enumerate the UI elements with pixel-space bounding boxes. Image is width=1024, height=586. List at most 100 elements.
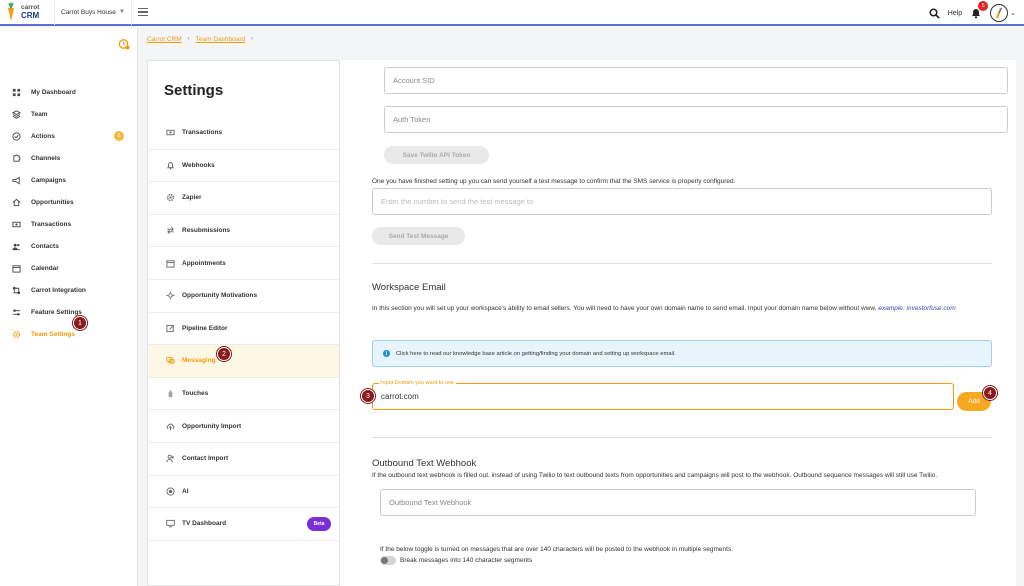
workspace-email-description-text: In this section you will set up your wor…	[372, 305, 877, 312]
app-logo[interactable]: carrot CRM	[0, 2, 54, 22]
nav-item-label: Opportunities	[31, 198, 74, 206]
knowledge-base-info[interactable]: i Click here to read our knowledge base …	[372, 340, 992, 367]
toggle-knob	[381, 557, 388, 564]
nav-item-label: Calendar	[31, 264, 59, 272]
avatar-chevron-icon[interactable]: ⌄	[1010, 9, 1016, 17]
settings-item-opportunity-import[interactable]: Opportunity Import	[148, 410, 339, 443]
settings-item-contact-import[interactable]: Contact Import	[148, 443, 339, 476]
settings-item-resubmissions[interactable]: Resubmissions	[148, 215, 339, 248]
domain-field-label: Input Domain you want to use	[379, 380, 456, 386]
outbound-webhook-field[interactable]	[380, 489, 976, 516]
gear-icon	[12, 330, 21, 339]
breadcrumb-crm[interactable]: Carrot CRM	[147, 36, 182, 43]
settings-item-webhooks[interactable]: Webhooks	[148, 150, 339, 183]
nav-item-label: Feature Settings	[31, 308, 82, 316]
nav-item-team-settings[interactable]: Team Settings	[0, 323, 138, 345]
menu-icon[interactable]	[138, 7, 148, 17]
nav-item-calendar[interactable]: Calendar	[0, 257, 138, 279]
settings-item-label: Opportunity Motivations	[182, 292, 258, 300]
nav-item-campaigns[interactable]: Campaigns	[0, 169, 138, 191]
test-number-input[interactable]	[381, 197, 991, 206]
settings-item-label: TV Dashboard	[182, 520, 227, 528]
settings-item-label: Contact Import	[182, 455, 229, 463]
brand-line2: CRM	[21, 11, 40, 20]
bell-icon	[165, 160, 175, 170]
breadcrumb-team-dashboard[interactable]: Team Dashboard	[196, 36, 246, 43]
nav-item-label: Contacts	[31, 242, 59, 250]
workspace-name: Carrot Buys House	[61, 8, 116, 16]
step-marker-2: 2	[217, 347, 231, 361]
settings-item-appointments[interactable]: Appointments	[148, 247, 339, 280]
layers-icon	[12, 109, 21, 119]
segment-toggle[interactable]	[380, 556, 396, 565]
nav-item-carrot-integration[interactable]: Carrot Integration	[0, 279, 138, 301]
home-icon	[12, 198, 21, 207]
settings-item-zapier[interactable]: Zapier	[148, 182, 339, 215]
breadcrumb-separator-icon: ›	[251, 36, 254, 42]
settings-item-label: Transactions	[182, 129, 223, 137]
notifications-button[interactable]: 5	[970, 1, 989, 19]
breadcrumb: Carrot CRM › Team Dashboard ›	[139, 28, 1024, 50]
settings-item-tv-dashboard[interactable]: TV Dashboard Beta	[148, 508, 339, 541]
account-sid-field[interactable]	[384, 67, 1008, 94]
chat-icon	[165, 356, 175, 366]
settings-item-transactions[interactable]: Transactions	[148, 117, 339, 150]
settings-item-messaging[interactable]: Messaging	[148, 345, 339, 378]
top-bar: carrot CRM Carrot Buys House ▼ Help 5 ⌄	[0, 0, 1024, 26]
send-test-message-button[interactable]: Send Test Message	[372, 227, 465, 245]
sliders-icon	[12, 308, 21, 317]
nav-item-team[interactable]: Team	[0, 103, 138, 125]
auth-token-field[interactable]	[384, 106, 1008, 133]
nav-list: My Dashboard Team Actions 1 Channels Campaign…	[0, 81, 138, 345]
settings-item-label: Pipeline Editor	[182, 324, 228, 332]
domain-input[interactable]	[381, 392, 941, 401]
quick-action-icon[interactable]	[118, 38, 130, 50]
settings-item-opportunity-motivations[interactable]: Opportunity Motivations	[148, 280, 339, 313]
outbound-webhook-description: If the outbound text webhook is filled o…	[372, 472, 938, 479]
avatar[interactable]	[990, 4, 1009, 22]
brand-text: carrot CRM	[21, 4, 39, 20]
messaging-settings: Save Twilio API Token One you have finis…	[340, 60, 1016, 586]
nav-item-contacts[interactable]: Contacts	[0, 235, 138, 257]
nav-item-label: Actions	[31, 132, 55, 140]
settings-item-ai[interactable]: AI	[148, 476, 339, 509]
settings-item-pipeline-editor[interactable]: Pipeline Editor	[148, 313, 339, 346]
carrot-logo-icon	[8, 2, 14, 21]
segment-toggle-label: Break messages into 140 character segmen…	[400, 557, 533, 564]
search-icon[interactable]	[929, 7, 940, 19]
hand-icon	[165, 389, 175, 399]
arrows-icon	[165, 226, 175, 236]
settings-item-label: Webhooks	[182, 161, 215, 169]
save-twilio-token-button[interactable]: Save Twilio API Token	[384, 146, 489, 164]
tv-icon	[165, 519, 175, 529]
check-circle-icon	[12, 131, 21, 141]
nav-item-actions[interactable]: Actions 1	[0, 125, 138, 147]
auth-token-input[interactable]	[393, 115, 1007, 124]
domain-field[interactable]: Input Domain you want to use	[372, 380, 954, 410]
test-number-field[interactable]	[372, 188, 992, 215]
money-icon	[12, 220, 21, 229]
help-link[interactable]: Help	[948, 10, 962, 17]
knowledge-base-link[interactable]: Click here to read our knowledge base ar…	[396, 351, 676, 357]
nav-item-transactions[interactable]: Transactions	[0, 213, 138, 235]
nav-item-feature-settings[interactable]: Feature Settings	[0, 301, 138, 323]
outbound-webhook-input[interactable]	[389, 498, 975, 507]
account-sid-input[interactable]	[393, 76, 1007, 85]
workspace-email-description: In this section you will set up your wor…	[372, 304, 992, 314]
step-marker-1: 1	[73, 316, 87, 330]
puzzle-icon	[12, 153, 21, 163]
money-icon	[165, 128, 175, 138]
grid-icon	[12, 88, 21, 97]
nav-item-label: Team	[31, 110, 48, 118]
settings-item-touches[interactable]: Touches	[148, 378, 339, 411]
settings-item-label: Touches	[182, 390, 209, 398]
calendar-icon	[165, 258, 175, 268]
workspace-select[interactable]: Carrot Buys House ▼	[54, 0, 132, 25]
nav-item-my-dashboard[interactable]: My Dashboard	[0, 81, 138, 103]
nav-item-label: Transactions	[31, 220, 72, 228]
step-marker-3: 3	[361, 389, 375, 403]
nav-item-channels[interactable]: Channels	[0, 147, 138, 169]
settings-item-label: Messaging	[182, 357, 216, 365]
nav-item-opportunities[interactable]: Opportunities	[0, 191, 138, 213]
beta-badge: Beta	[307, 516, 331, 531]
